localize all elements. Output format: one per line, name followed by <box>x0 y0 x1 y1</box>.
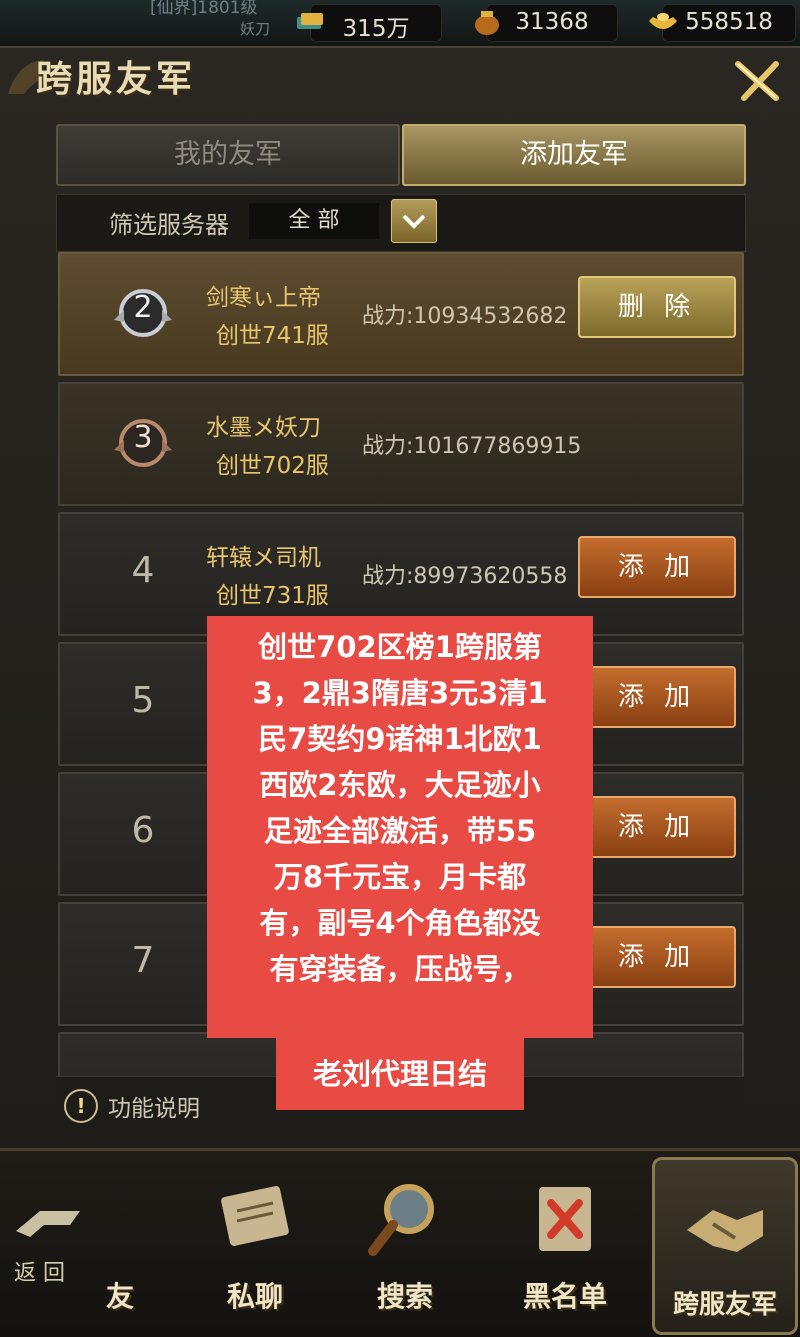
add-button[interactable]: 添 加 <box>578 666 736 728</box>
resource-ingot-value: 558518 <box>685 9 773 35</box>
note-line: 创世702区榜1跨服第 <box>258 630 542 664</box>
resource-ingot: 558518 <box>649 4 796 42</box>
list-item[interactable]: 2 剑寒ぃ上帝 创世741服 战力:10934532682 删 除 <box>58 252 744 376</box>
resource-bar: [仙界]1801级 妖刀 315万 31368 558518 <box>0 0 800 46</box>
nav-private-chat[interactable]: 私聊 <box>190 1151 320 1331</box>
rank-number: 5 <box>131 680 155 721</box>
panel-title: 跨服友军 <box>36 58 197 100</box>
filter-dropdown-button[interactable] <box>391 199 437 243</box>
resource-gold: 315万 <box>297 4 442 42</box>
tab-add-allies[interactable]: 添加友军 <box>402 124 746 186</box>
player-name: 轩辕メ司机 <box>206 545 321 571</box>
player-power: 战力:89973620558 <box>362 564 568 589</box>
sale-note: 创世702区榜1跨服第 3，2鼎3隋唐3元3清1 民7契约9诸神1北欧1 西欧2… <box>207 616 593 1038</box>
player-power: 战力:101677869915 <box>362 434 582 459</box>
back-label: 返 回 <box>14 1261 65 1286</box>
info-icon[interactable]: ! <box>64 1089 98 1123</box>
note-line: 民7契约9诸神1北欧1 <box>258 722 542 756</box>
resource-pouch: 31368 <box>475 4 618 42</box>
rank-number: 2 <box>133 290 153 325</box>
nav-friends[interactable]: 友 <box>90 1151 150 1331</box>
add-button[interactable]: 添 加 <box>578 536 736 598</box>
rank-number: 4 <box>131 550 155 591</box>
rank-number: 7 <box>131 940 155 981</box>
add-button[interactable]: 添 加 <box>578 926 736 988</box>
nav-search[interactable]: 搜索 <box>340 1151 470 1331</box>
resource-gold-value: 315万 <box>342 16 410 42</box>
resource-pouch-value: 31368 <box>515 9 589 35</box>
nav-cross-server-allies-label: 跨服友军 <box>672 1290 777 1320</box>
help-label[interactable]: 功能说明 <box>108 1089 200 1123</box>
player-server: 创世702服 <box>216 453 329 479</box>
note-line: 万8千元宝，月卡都 <box>273 860 527 894</box>
sale-note-tail: 老刘代理日结 <box>276 1038 524 1110</box>
close-icon[interactable] <box>732 58 782 104</box>
player-name: 妖刀 <box>240 20 271 38</box>
tab-my-allies[interactable]: 我的友军 <box>56 124 400 186</box>
bottom-nav: 返 回 友 私聊 搜索 黑名单 跨服友军 <box>0 1148 800 1337</box>
nav-blacklist[interactable]: 黑名单 <box>495 1151 635 1331</box>
add-button[interactable]: 添 加 <box>578 796 736 858</box>
handshake-icon <box>687 1210 763 1252</box>
chevron-down-icon <box>402 214 426 229</box>
player-server: 创世741服 <box>216 323 329 349</box>
note-line: 西欧2东欧，大足迹小 <box>259 768 541 802</box>
nav-private-chat-label: 私聊 <box>226 1280 283 1313</box>
note-line: 有，副号4个角色都没 <box>259 906 541 940</box>
magnifier-icon <box>368 1184 434 1256</box>
note-line: 有穿装备，压战号， <box>269 952 531 986</box>
note-line: 足迹全部激活，带55 <box>263 814 537 848</box>
player-power: 战力:10934532682 <box>362 304 568 329</box>
filter-label: 筛选服务器 <box>109 211 229 239</box>
nav-search-label: 搜索 <box>376 1280 433 1313</box>
list-item[interactable]: 3 水墨メ妖刀 创世702服 战力:101677869915 <box>58 382 744 506</box>
delete-button[interactable]: 删 除 <box>578 276 736 338</box>
rank-number: 3 <box>133 420 153 455</box>
note-line: 3，2鼎3隋唐3元3清1 <box>252 676 548 710</box>
rank-number: 6 <box>131 810 155 851</box>
player-server: 创世731服 <box>216 583 329 609</box>
nav-blacklist-label: 黑名单 <box>522 1280 607 1313</box>
blacklist-icon <box>539 1187 591 1251</box>
player-name: 水墨メ妖刀 <box>206 415 321 441</box>
server-filter: 筛选服务器 全 部 <box>56 194 746 252</box>
back-arrow-icon <box>16 1211 80 1237</box>
player-name: 剑寒ぃ上帝 <box>206 285 321 311</box>
server-filter-select[interactable]: 全 部 <box>249 203 379 239</box>
player-tag: [仙界]1801级 <box>150 0 258 18</box>
nav-cross-server-allies[interactable]: 跨服友军 <box>652 1157 798 1335</box>
nav-friends-label: 友 <box>105 1280 134 1313</box>
private-chat-scroll-icon <box>221 1186 289 1246</box>
